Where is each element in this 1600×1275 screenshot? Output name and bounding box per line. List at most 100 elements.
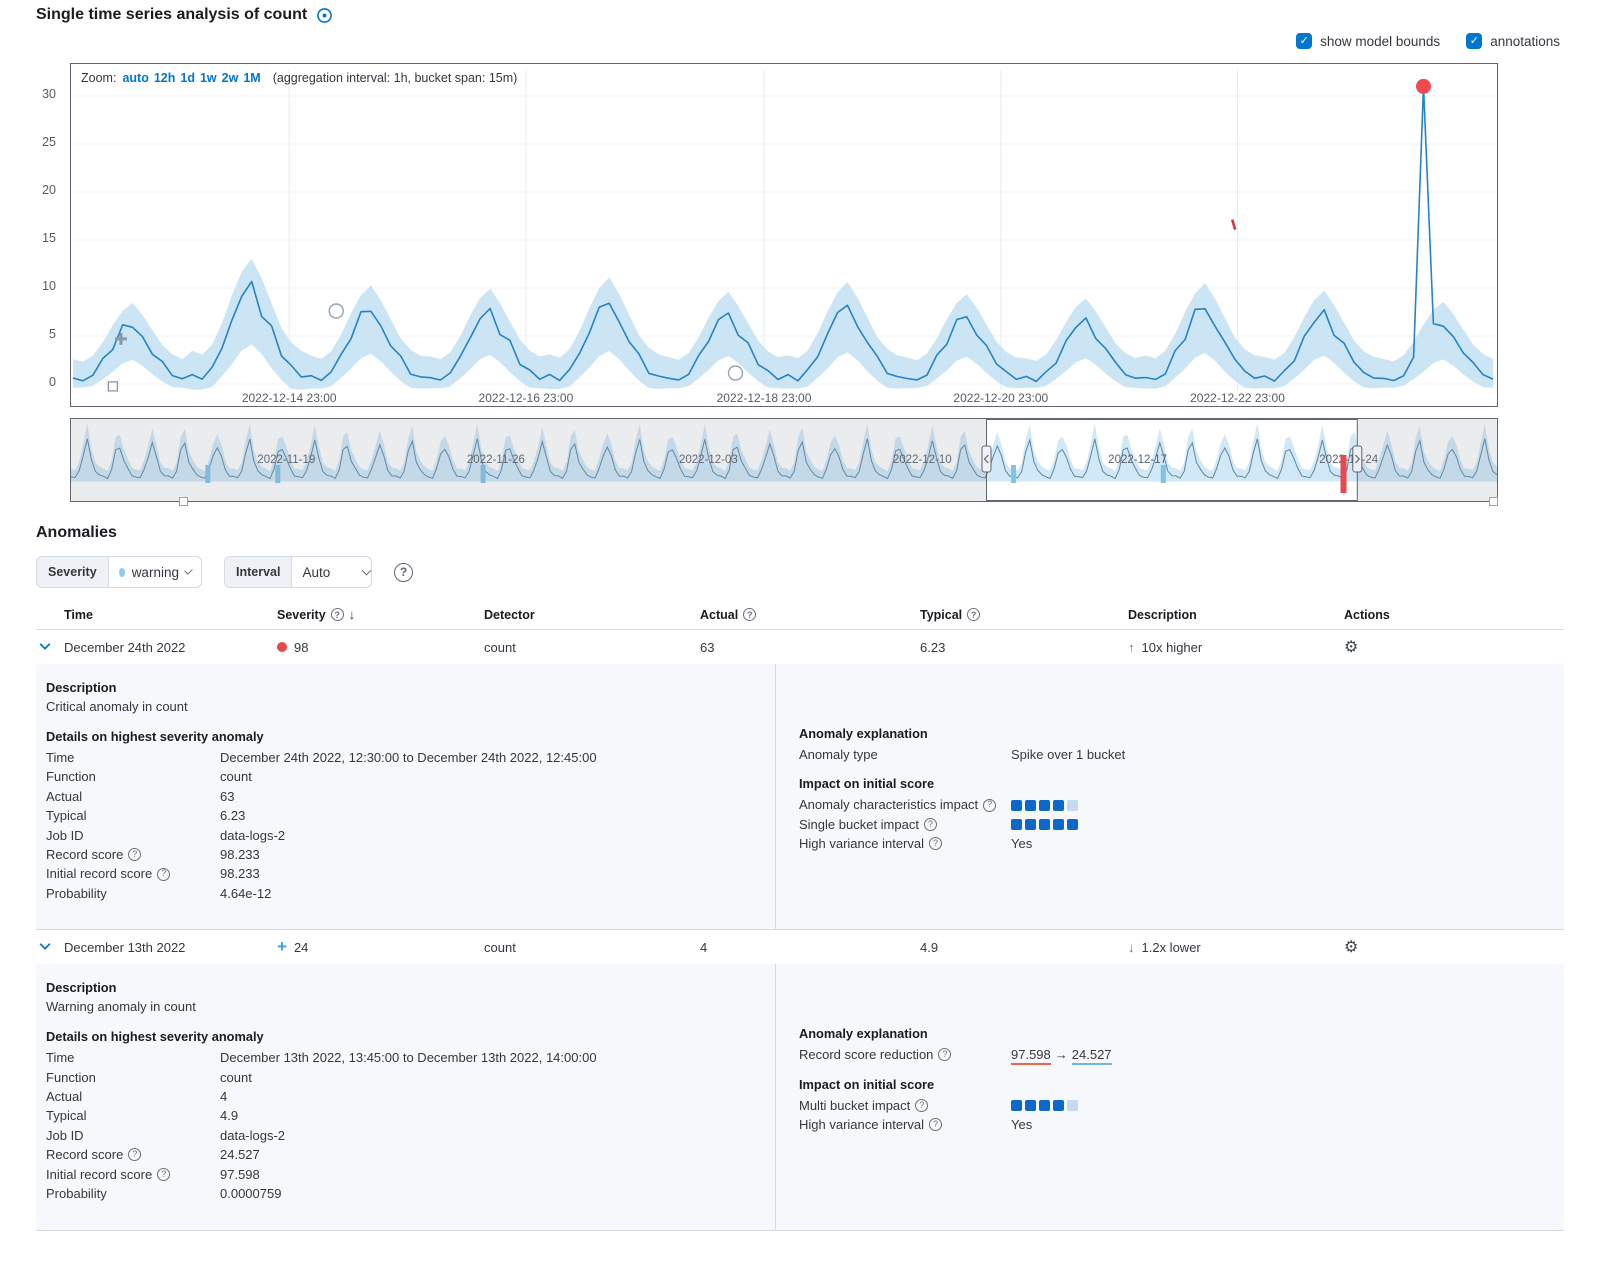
impact-row: Multi bucket impact (799, 1096, 1564, 1115)
anomaly-row[interactable]: December 13th 2022 +24 count 4 4.9 ↓1.2x… (36, 930, 1564, 964)
zoom-2w-link[interactable]: 2w (222, 71, 239, 85)
anomaly-row[interactable]: December 24th 2022 98 count 63 6.23 ↑10x… (36, 630, 1564, 664)
detail-row: Initial record score98.233 (46, 864, 755, 883)
col-actual: Actual (700, 608, 920, 622)
zoom-1w-link[interactable]: 1w (200, 71, 217, 85)
impact-squares (1011, 819, 1078, 830)
anomalies-table: Time Severity Detector Actual Typical De… (36, 600, 1564, 1231)
show-model-bounds-checkbox[interactable]: show model bounds (1296, 33, 1440, 49)
detail-row: Probability0.0000759 (46, 1184, 755, 1203)
warning-severity-dot-icon (119, 568, 125, 577)
help-icon (128, 848, 141, 861)
severity-filter[interactable]: Severity warning (36, 556, 202, 588)
help-icon (743, 608, 756, 621)
impact-row: Single bucket impact (799, 815, 1564, 834)
description-heading: Description (46, 980, 755, 995)
single-metric-viewer-page: Single time series analysis of count sho… (0, 0, 1600, 1275)
y-axis-tick: 20 (26, 183, 56, 197)
detail-value: 4.9 (220, 1106, 238, 1125)
col-typical: Typical (920, 608, 1128, 622)
severity-filter-value: warning (132, 565, 179, 580)
detector: count (484, 940, 700, 955)
interval-filter-value: Auto (302, 565, 330, 580)
interval-filter[interactable]: Interval Auto (224, 556, 372, 588)
collapse-row-button[interactable] (36, 939, 52, 956)
col-actions: Actions (1332, 608, 1564, 622)
detail-value: 6.23 (220, 806, 245, 825)
detail-row: Record score24.527 (46, 1145, 755, 1164)
detail-row: Actual63 (46, 787, 755, 806)
help-icon (924, 818, 937, 831)
svg-text:2022-12-14 23:00: 2022-12-14 23:00 (242, 391, 337, 405)
detail-row: Actual4 (46, 1087, 755, 1106)
zoom-1M-link[interactable]: 1M (243, 71, 260, 85)
focus-chart[interactable]: 2022-12-14 23:002022-12-16 23:002022-12-… (71, 64, 1497, 406)
detail-value: count (220, 767, 252, 786)
zoom-auto-link[interactable]: auto (122, 71, 148, 85)
help-icon (157, 868, 170, 881)
context-chart-brush[interactable]: 2022-11-192022-11-262022-12-032022-12-10… (71, 419, 1497, 501)
detail-value: data-logs-2 (220, 826, 285, 845)
explanation-heading: Anomaly explanation (799, 726, 1564, 741)
detail-value: 0.0000759 (220, 1184, 281, 1203)
description-text: Warning anomaly in count (46, 999, 755, 1014)
svg-text:2022-12-17: 2022-12-17 (1108, 454, 1167, 466)
description-text: Critical anomaly in count (46, 699, 755, 714)
anomaly-description: 10x higher (1142, 640, 1203, 655)
typical-value: 4.9 (920, 940, 1128, 955)
help-icon (929, 1118, 942, 1131)
help-icon (983, 799, 996, 812)
controls-icon[interactable] (316, 7, 333, 24)
critical-severity-icon (277, 642, 287, 652)
interval-filter-label: Interval (225, 557, 292, 587)
resize-handle-right[interactable] (1489, 497, 1498, 506)
severity-score: 24 (294, 940, 308, 955)
show-model-bounds-label: show model bounds (1320, 34, 1440, 49)
checkbox-checked-icon (1296, 33, 1312, 49)
help-icon (929, 837, 942, 850)
description-heading: Description (46, 680, 755, 695)
page-title: Single time series analysis of count (36, 6, 333, 24)
severity-filter-label: Severity (37, 557, 109, 587)
col-severity[interactable]: Severity (277, 607, 484, 622)
detail-row: Typical6.23 (46, 806, 755, 825)
annotations-checkbox[interactable]: annotations (1466, 33, 1560, 49)
anomaly-details-panel: Description Warning anomaly in count Det… (36, 964, 1564, 1230)
detail-row: Record score98.233 (46, 845, 755, 864)
detail-row: Functioncount (46, 767, 755, 786)
detail-fields: TimeDecember 24th 2022, 12:30:00 to Dece… (46, 748, 755, 903)
impact-squares (1011, 1100, 1078, 1111)
anomaly-time: December 13th 2022 (64, 940, 277, 955)
interval-help-icon[interactable] (394, 563, 413, 582)
detail-row: TimeDecember 13th 2022, 13:45:00 to Dece… (46, 1048, 755, 1067)
anomaly-time: December 24th 2022 (64, 640, 277, 655)
anomalies-heading: Anomalies (36, 524, 117, 542)
anomaly-details-panel: Description Critical anomaly in count De… (36, 664, 1564, 930)
down-arrow-icon: ↓ (1128, 940, 1135, 955)
chevron-down-icon (184, 566, 193, 575)
zoom-controls: Zoom:auto12h1d1w2w1M(aggregation interva… (81, 71, 517, 85)
zoom-12h-link[interactable]: 12h (154, 71, 176, 85)
zoom-1d-link[interactable]: 1d (180, 71, 195, 85)
detail-row: Job IDdata-logs-2 (46, 1126, 755, 1145)
anomalies-filters: Severity warning Interval Auto (36, 556, 413, 588)
actions-gear-button[interactable] (1344, 937, 1358, 957)
help-icon (157, 1168, 170, 1181)
anomaly-type-row: Anomaly type Spike over 1 bucket (799, 745, 1564, 764)
chevron-down-icon (362, 565, 372, 575)
detail-value: 4.64e-12 (220, 884, 271, 903)
anomalies-table-header: Time Severity Detector Actual Typical De… (36, 600, 1564, 630)
impact-heading: Impact on initial score (799, 776, 1564, 791)
actual-value: 63 (700, 640, 920, 655)
sort-descending-icon[interactable] (349, 607, 356, 622)
col-description: Description (1128, 608, 1332, 622)
y-axis-tick: 5 (26, 327, 56, 341)
actions-gear-button[interactable] (1344, 637, 1358, 657)
detail-value: December 13th 2022, 13:45:00 to December… (220, 1048, 597, 1067)
detail-value: data-logs-2 (220, 1126, 285, 1145)
collapse-row-button[interactable] (36, 639, 52, 656)
resize-handle-left[interactable] (179, 497, 188, 506)
arrow-right-icon: → (1055, 1047, 1068, 1062)
help-icon (967, 608, 980, 621)
y-axis-tick: 0 (26, 375, 56, 389)
